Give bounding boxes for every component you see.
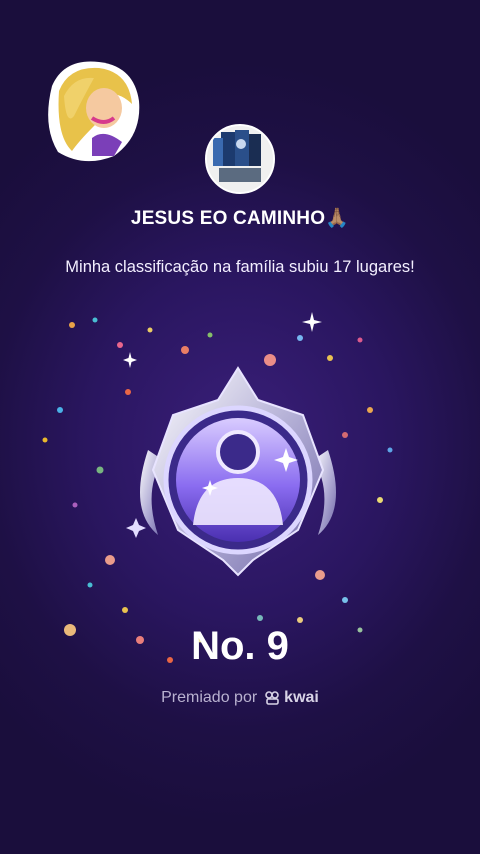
kwai-icon	[265, 691, 279, 705]
family-name: JESUS EO CAMINHO🙏🏽	[130, 208, 350, 229]
rank-number: No. 9	[191, 624, 289, 668]
kwai-logo: kwai	[265, 689, 319, 707]
kwai-brand-text: kwai	[284, 689, 319, 706]
award-footer: Premiado por kwai	[0, 689, 480, 707]
rank-badge	[126, 366, 336, 577]
rank-up-message: Minha classificação na família subiu 17 …	[65, 258, 415, 276]
awarded-by-label: Premiado por	[161, 689, 258, 706]
family-avatar[interactable]	[205, 124, 275, 194]
user-sticker	[44, 56, 142, 166]
